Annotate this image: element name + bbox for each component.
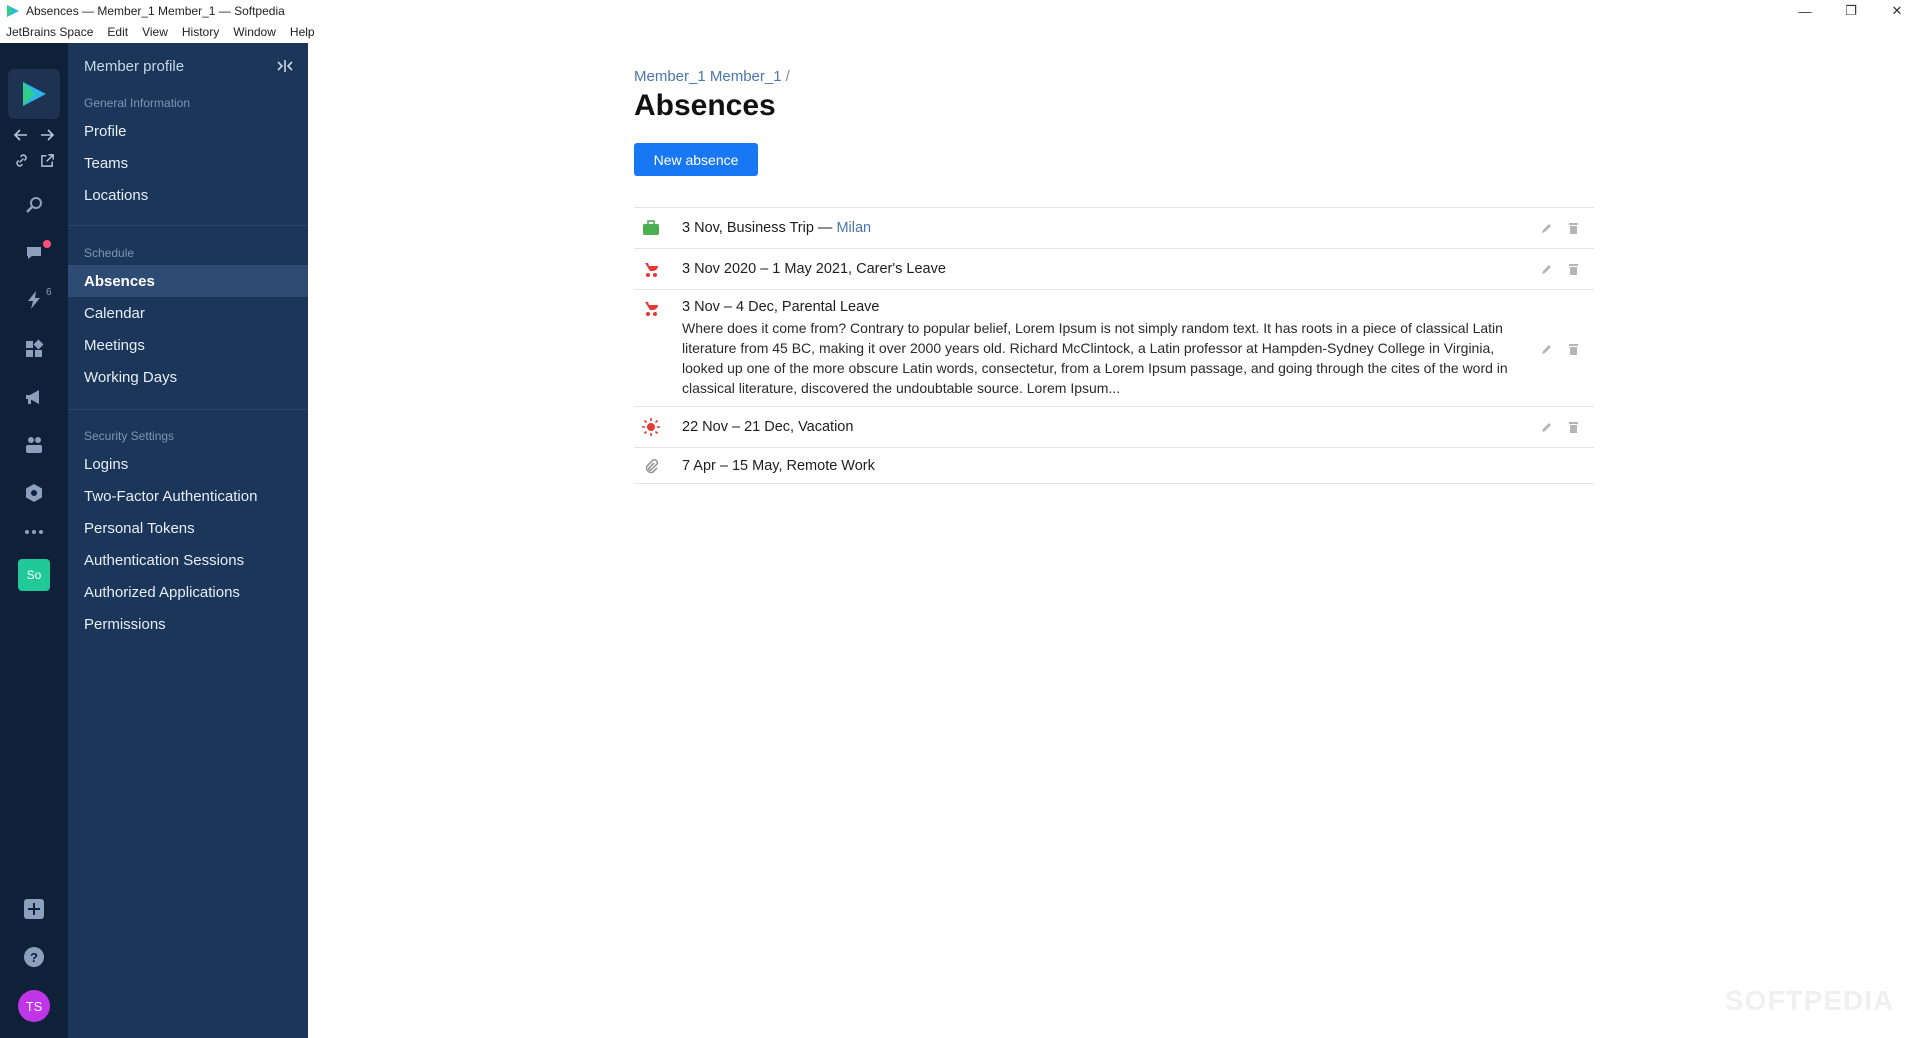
page-title: Absences [634,89,776,122]
add-icon[interactable] [20,895,48,923]
edit-icon[interactable] [1540,221,1554,235]
sidebar-item-absences[interactable]: Absences [68,265,308,297]
back-arrow-icon[interactable] [13,127,29,143]
breadcrumb-separator: / [785,68,790,85]
hexagon-settings-icon[interactable] [20,479,48,507]
sidebar-item-authorized-applications[interactable]: Authorized Applications [68,576,308,608]
section-label-general-information: General Information [84,96,191,110]
stroller-icon [642,299,660,317]
menu-history[interactable]: History [182,25,219,39]
sidebar-item-locations[interactable]: Locations [68,179,308,211]
section-label-schedule: Schedule [84,246,135,260]
lightning-count: 6 [46,287,52,298]
paperclip-icon [642,457,660,475]
absence-title: 22 Nov – 21 Dec, Vacation [682,419,854,435]
lightning-icon[interactable] [20,286,48,314]
more-icon[interactable] [20,518,48,546]
breadcrumb: Member_1 Member_1/ [634,68,790,85]
menu-jetbrains-space[interactable]: JetBrains Space [6,25,93,39]
section-label-security-settings: Security Settings [84,429,175,443]
watermark: SOFTPEDIA [1725,985,1895,1016]
window-controls: — ❐ ✕ [1782,0,1920,22]
absence-title: 3 Nov – 4 Dec, Parental Leave [682,299,880,315]
menu-help[interactable]: Help [290,25,315,39]
new-absence-button[interactable]: New absence [634,143,758,176]
space-logo-button[interactable] [8,69,60,119]
absence-title: 3 Nov 2020 – 1 May 2021, Carer's Leave [682,261,946,277]
menu-window[interactable]: Window [233,25,276,39]
sidebar-item-calendar[interactable]: Calendar [68,297,308,329]
sidebar-title: Member profile [84,57,185,75]
absence-row[interactable]: 3 Nov, Business Trip — Milan [634,207,1594,248]
apps-icon[interactable] [20,335,48,363]
absence-row[interactable]: 22 Nov – 21 Dec, Vacation [634,406,1594,447]
member-profile-sidebar: Member profile General Information Profi… [68,43,308,1038]
link-actions [8,153,60,168]
sidebar-item-authentication-sessions[interactable]: Authentication Sessions [68,544,308,576]
sun-icon [642,418,660,436]
menu-view[interactable]: View [142,25,168,39]
icon-rail: 6 So ? TS [0,43,68,1038]
minimize-button[interactable]: — [1782,0,1828,22]
absence-actions [1540,221,1580,235]
sidebar-item-logins[interactable]: Logins [68,448,308,480]
sidebar-divider [68,409,308,410]
menu-edit[interactable]: Edit [107,25,128,39]
absence-row[interactable]: 3 Nov 2020 – 1 May 2021, Carer's Leave [634,248,1594,289]
sidebar-item-meetings[interactable]: Meetings [68,329,308,361]
briefcase-icon [642,219,660,237]
absence-title: 7 Apr – 15 May, Remote Work [682,458,875,474]
edit-icon[interactable] [1540,420,1554,434]
window-title: Absences — Member_1 Member_1 — Softpedia [26,4,285,18]
sidebar-item-two-factor-authentication[interactable]: Two-Factor Authentication [68,480,308,512]
delete-icon[interactable] [1566,262,1580,276]
menu-bar: JetBrains Space Edit View History Window… [0,22,329,42]
sidebar-item-personal-tokens[interactable]: Personal Tokens [68,512,308,544]
absence-title: 3 Nov, Business Trip — Milan [682,220,871,236]
absence-actions [1540,342,1580,356]
sidebar-item-permissions[interactable]: Permissions [68,608,308,640]
delete-icon[interactable] [1566,342,1580,356]
svg-text:?: ? [30,950,38,965]
open-external-icon[interactable] [40,153,55,168]
title-bar: Absences — Member_1 Member_1 — Softpedia… [0,0,1920,22]
delete-icon[interactable] [1566,420,1580,434]
delete-icon[interactable] [1566,221,1580,235]
organization-avatar[interactable]: So [18,559,50,591]
megaphone-icon[interactable] [20,383,48,411]
sidebar-divider [68,225,308,226]
search-icon[interactable] [20,191,48,219]
space-logo-icon [23,82,46,106]
absence-description: Where does it come from? Contrary to pop… [682,320,1508,396]
team-icon[interactable] [20,431,48,459]
stroller-icon [642,260,660,278]
main-content: Member_1 Member_1/ Absences New absence … [308,43,1920,1038]
sidebar-item-working-days[interactable]: Working Days [68,361,308,393]
close-button[interactable]: ✕ [1874,0,1920,22]
sidebar-item-profile[interactable]: Profile [68,115,308,147]
edit-icon[interactable] [1540,342,1554,356]
history-navigation [8,127,60,143]
absence-row[interactable]: 3 Nov – 4 Dec, Parental Leave Where does… [634,289,1594,406]
absence-title-text: 3 Nov, Business Trip — [682,220,837,236]
link-icon[interactable] [14,153,29,168]
restore-button[interactable]: ❐ [1828,0,1874,22]
sidebar-header: Member profile [68,55,308,77]
user-avatar[interactable]: TS [18,990,50,1022]
absence-actions [1540,420,1580,434]
absence-actions [1540,262,1580,276]
absence-row[interactable]: 7 Apr – 15 May, Remote Work [634,447,1594,484]
space-logo-icon [7,5,19,17]
sidebar-item-teams[interactable]: Teams [68,147,308,179]
absence-list: 3 Nov, Business Trip — Milan 3 Nov 2020 … [634,207,1594,484]
collapse-sidebar-icon[interactable] [276,57,294,75]
forward-arrow-icon[interactable] [39,127,55,143]
help-icon[interactable]: ? [20,943,48,971]
absence-location-link[interactable]: Milan [836,220,871,236]
breadcrumb-member-link[interactable]: Member_1 Member_1 [634,68,782,85]
edit-icon[interactable] [1540,262,1554,276]
notification-dot [43,240,51,248]
